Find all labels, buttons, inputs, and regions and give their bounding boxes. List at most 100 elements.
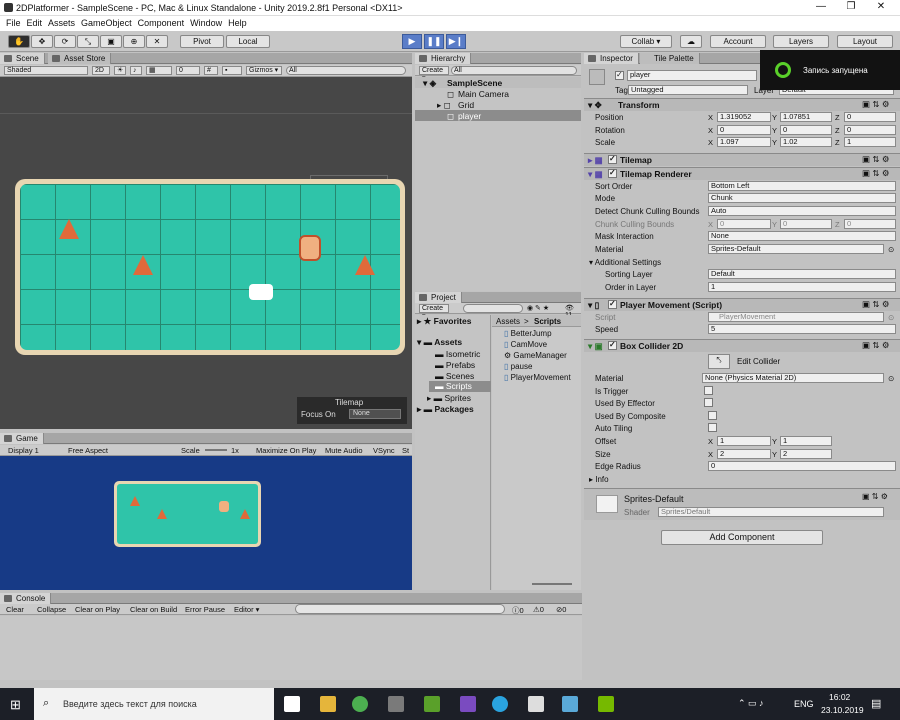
hierarchy-item-grid[interactable]: ▸ ◻ Grid <box>415 99 581 110</box>
file-item[interactable]: ▯ BetterJump <box>504 329 552 338</box>
used-by-composite-checkbox[interactable] <box>708 411 717 420</box>
culling-dropdown[interactable]: Auto <box>708 206 896 216</box>
light-icon[interactable]: ☀ <box>114 66 126 75</box>
object-name-field[interactable]: player <box>627 70 757 81</box>
object-picker-icon[interactable]: ⊙ <box>888 245 894 254</box>
clear-on-build-button[interactable]: Clear on Build <box>130 605 177 614</box>
mode-dropdown[interactable]: Chunk <box>708 193 896 203</box>
focus-on-dropdown[interactable]: None <box>349 409 401 419</box>
step-button[interactable]: ▶❙ <box>446 34 466 49</box>
tag-dropdown[interactable]: Untagged <box>628 85 748 95</box>
local-button[interactable]: Local <box>226 35 270 48</box>
shader-dropdown[interactable]: Sprites/Default <box>658 507 884 517</box>
2d-toggle[interactable]: 2D <box>92 66 110 75</box>
size-y-field[interactable]: 2 <box>780 449 832 459</box>
error-pause-button[interactable]: Error Pause <box>185 605 225 614</box>
taskbar-search-box[interactable]: ⌕ Введите здесь текст для поиска <box>34 688 274 720</box>
minimize-button[interactable]: — <box>806 1 836 15</box>
app-icon[interactable] <box>562 696 578 712</box>
notification-icon[interactable]: ▤ <box>871 697 881 710</box>
tab-inspector[interactable]: Inspector <box>584 53 639 64</box>
component-menu-icons[interactable]: ▣ ⇅ ⚙ <box>862 299 890 310</box>
collab-button[interactable]: Collab ▾ <box>620 35 672 48</box>
console-log-area[interactable] <box>0 616 582 680</box>
size-x-field[interactable]: 2 <box>717 449 771 459</box>
project-search-input[interactable] <box>463 304 523 313</box>
maximize-on-play-toggle[interactable]: Maximize On Play <box>256 446 316 455</box>
component-menu-icons[interactable]: ▣ ⇅ ⚙ <box>862 99 890 110</box>
breadcrumb-assets[interactable]: Assets <box>496 317 520 326</box>
menu-file[interactable]: File <box>6 18 21 28</box>
renderer-enabled-checkbox[interactable] <box>608 168 617 178</box>
tab-scene[interactable]: Scene <box>0 53 45 64</box>
scale-x-field[interactable]: 1.097 <box>717 137 771 147</box>
clear-button[interactable]: Clear <box>6 605 24 614</box>
vsync-toggle[interactable]: VSync <box>373 446 395 455</box>
close-button[interactable]: ✕ <box>866 1 896 15</box>
folder-sprites[interactable]: ▸ ▬ Sprites <box>427 393 471 404</box>
sort-order-dropdown[interactable]: Bottom Left <box>708 181 896 191</box>
order-field[interactable]: 1 <box>708 282 896 292</box>
display-dropdown[interactable]: Display 1 <box>8 446 39 455</box>
camera-icon[interactable]: ▪ <box>222 66 242 75</box>
scene-search-input[interactable]: All <box>286 66 406 75</box>
tilemap-enabled-checkbox[interactable] <box>608 154 617 164</box>
file-item[interactable]: ▯ CamMove <box>504 340 547 349</box>
pivot-button[interactable]: Pivot <box>180 35 224 48</box>
mask-dropdown[interactable]: None <box>708 231 896 241</box>
component-menu-icons[interactable]: ▣ ⇅ ⚙ <box>862 492 888 501</box>
favorites-item[interactable]: ▸ ★ Favorites <box>417 316 471 327</box>
collapse-button[interactable]: Collapse <box>37 605 66 614</box>
menu-assets[interactable]: Assets <box>48 18 75 28</box>
script-enabled-checkbox[interactable] <box>608 299 617 309</box>
rect-tool-icon[interactable]: ▣ <box>100 35 122 48</box>
app-icon[interactable] <box>388 696 404 712</box>
player-movement-header[interactable]: ▾ ▯ Player Movement (Script) ▣ ⇅ ⚙ <box>584 298 900 311</box>
tab-game[interactable]: Game <box>0 433 44 444</box>
player-sprite[interactable] <box>299 235 321 261</box>
project-create-dropdown[interactable]: Create ▾ <box>419 304 449 320</box>
transform-tool-icon[interactable]: ⊕ <box>123 35 145 48</box>
folder-scenes[interactable]: ▬ Scenes <box>435 371 474 381</box>
account-dropdown[interactable]: Account <box>710 35 766 48</box>
collider-enabled-checkbox[interactable] <box>608 340 617 350</box>
offset-y-field[interactable]: 1 <box>780 436 832 446</box>
folder-prefabs[interactable]: ▬ Prefabs <box>435 360 475 370</box>
position-y-field[interactable]: 1.07851 <box>780 112 832 122</box>
hierarchy-create-dropdown[interactable]: Create ▾ <box>419 66 449 82</box>
hierarchy-item-main-camera[interactable]: ◻ Main Camera <box>415 88 581 99</box>
position-z-field[interactable]: 0 <box>844 112 896 122</box>
menu-edit[interactable]: Edit <box>27 18 43 28</box>
task-view-icon[interactable] <box>284 696 300 712</box>
tilemap-renderer-header[interactable]: ▾ ▦ Tilemap Renderer ▣ ⇅ ⚙ <box>584 167 900 180</box>
log-count[interactable]: ⓘ0 <box>512 605 524 616</box>
rotation-y-field[interactable]: 0 <box>780 125 832 135</box>
transform-header[interactable]: ▾ ✥ Transform ▣ ⇅ ⚙ <box>584 98 900 111</box>
file-item[interactable]: ▯ PlayerMovement <box>504 373 571 382</box>
hierarchy-search-input[interactable]: All <box>451 66 577 75</box>
rotate-tool-icon[interactable]: ⟳ <box>54 35 76 48</box>
mute-audio-toggle[interactable]: Mute Audio <box>325 446 363 455</box>
rotation-x-field[interactable]: 0 <box>717 125 771 135</box>
add-component-button[interactable]: Add Component <box>661 530 823 545</box>
app-icon[interactable] <box>424 696 440 712</box>
hierarchy-item-player[interactable]: ◻ player <box>415 110 581 121</box>
scale-y-field[interactable]: 1.02 <box>780 137 832 147</box>
tab-hierarchy[interactable]: Hierarchy <box>415 53 472 64</box>
telegram-icon[interactable] <box>492 696 508 712</box>
shading-dropdown[interactable]: Shaded <box>4 66 88 75</box>
game-view[interactable] <box>0 456 412 590</box>
speed-field[interactable]: 5 <box>708 324 896 334</box>
used-by-effector-checkbox[interactable] <box>704 398 713 407</box>
scale-slider[interactable] <box>205 449 227 451</box>
tab-console[interactable]: Console <box>0 593 52 604</box>
move-tool-icon[interactable]: ✥ <box>31 35 53 48</box>
rotation-z-field[interactable]: 0 <box>844 125 896 135</box>
hidden-count[interactable]: 0 <box>176 66 200 75</box>
offset-x-field[interactable]: 1 <box>717 436 771 446</box>
hand-tool-icon[interactable]: ✋ <box>8 35 30 48</box>
assets-item[interactable]: ▾ ▬ Assets <box>417 337 462 348</box>
tab-asset-store[interactable]: Asset Store <box>48 53 112 64</box>
console-search-input[interactable] <box>295 604 505 614</box>
editor-dropdown[interactable]: Editor ▾ <box>234 605 259 614</box>
